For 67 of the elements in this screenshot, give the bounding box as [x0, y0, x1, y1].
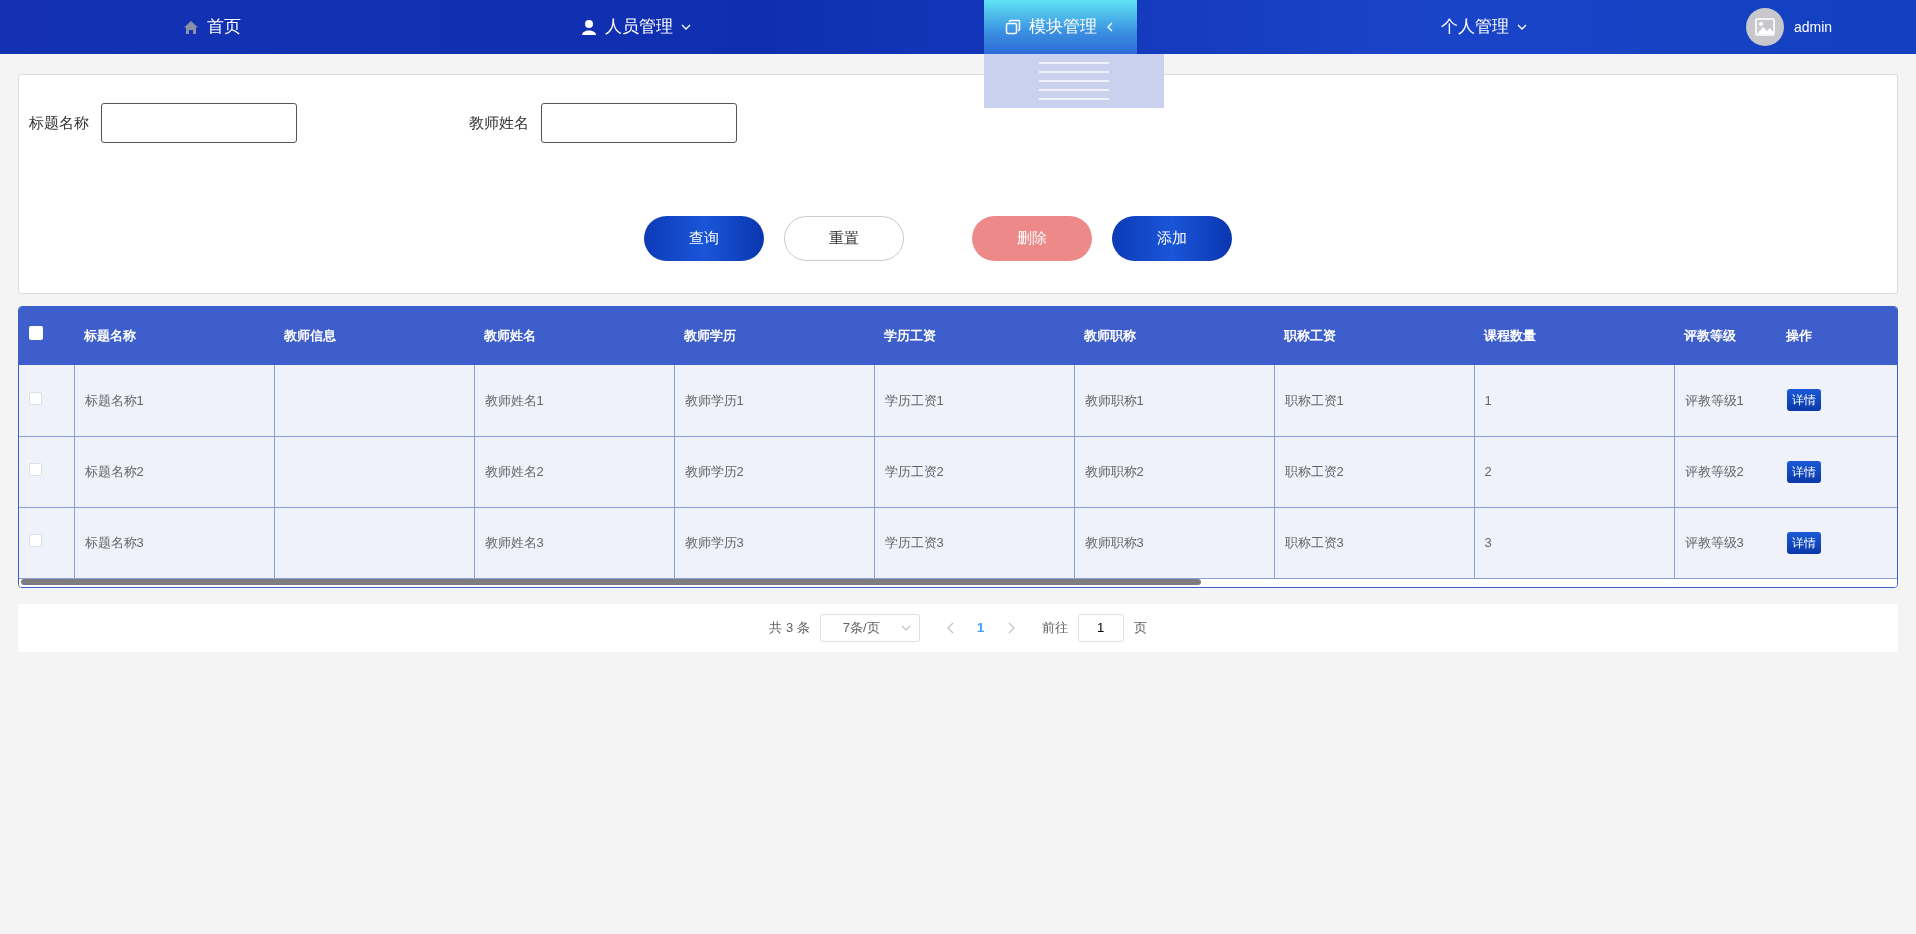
column-header: 评教等级 [1684, 328, 1736, 344]
table-cell: 评教等级3 [1684, 534, 1744, 550]
goto-label: 前往 [1041, 618, 1068, 637]
column-header: 教师学历 [684, 328, 736, 344]
action-button[interactable]: 添加 [1112, 216, 1232, 261]
column-header: 操作 [1786, 328, 1812, 344]
page-size-select[interactable]: 7条/页 [819, 613, 920, 642]
chevron-down-icon [681, 22, 691, 32]
column-header: 标题名称 [84, 328, 136, 344]
table-cell: 标题名称1 [84, 392, 144, 408]
chevron-left-icon [1105, 22, 1115, 32]
nav-menu-item[interactable]: 个人管理 [1272, 0, 1696, 54]
total-count: 共 3 条 [769, 618, 810, 637]
home-icon [183, 19, 199, 35]
table-cell: 学历工资2 [884, 463, 944, 479]
details-button[interactable]: 详情 [1786, 531, 1821, 554]
column-header: 教师姓名 [484, 328, 536, 344]
table-cell: 评教等级1 [1684, 392, 1744, 408]
field-label: 标题名称 [29, 112, 89, 133]
column-header: 课程数量 [1484, 328, 1536, 344]
chevron-down-icon [1517, 22, 1527, 32]
details-button[interactable]: 详情 [1786, 389, 1821, 412]
row-checkbox[interactable] [29, 391, 42, 405]
table-cell: 标题名称3 [84, 534, 144, 550]
row-checkbox[interactable] [29, 533, 42, 547]
table-cell: 职称工资3 [1284, 534, 1344, 550]
table-cell: 教师姓名3 [484, 534, 544, 550]
chevron-left-icon [945, 622, 956, 635]
table-cell: 1 [1484, 392, 1492, 408]
field-label: 教师姓名 [469, 112, 529, 133]
table-cell: 学历工资3 [884, 534, 944, 550]
table-cell: 教师职称1 [1084, 392, 1144, 408]
nav-menu-item[interactable]: 人员管理 [424, 0, 848, 54]
table-cell: 职称工资1 [1284, 392, 1344, 408]
table-cell: 评教等级2 [1684, 463, 1744, 479]
column-header: 教师信息 [284, 328, 336, 344]
table-cell: 教师职称2 [1084, 463, 1144, 479]
user-name[interactable]: admin [1794, 16, 1833, 38]
copy-icon [1005, 19, 1021, 35]
text-field[interactable] [541, 103, 737, 143]
table-cell: 教师学历3 [684, 534, 744, 550]
table-cell: 3 [1484, 534, 1492, 550]
table-cell: 2 [1484, 463, 1492, 479]
table-cell: 教师姓名2 [484, 463, 544, 479]
person-icon [581, 19, 597, 35]
table-cell: 职称工资2 [1284, 463, 1344, 479]
select-all-checkbox[interactable] [29, 326, 43, 341]
table-cell: 标题名称2 [84, 463, 144, 479]
page-suffix: 页 [1133, 618, 1147, 637]
column-header: 学历工资 [884, 328, 936, 344]
page-input[interactable]: 1 [1077, 613, 1124, 642]
text-field[interactable] [101, 103, 297, 143]
details-button[interactable]: 详情 [1786, 460, 1821, 483]
nav-menu-item[interactable]: 首页 [0, 0, 424, 54]
column-header: 教师职称 [1084, 328, 1136, 344]
table-cell: 学历工资1 [884, 392, 944, 408]
table-cell: 教师职称3 [1084, 534, 1144, 550]
scrollbar-thumb[interactable] [21, 578, 1201, 585]
action-button[interactable]: 查询 [644, 216, 764, 261]
column-header: 职称工资 [1284, 328, 1336, 344]
table-cell: 教师姓名1 [484, 392, 544, 408]
reset-button[interactable]: 重置 [784, 216, 904, 261]
avatar[interactable] [1746, 8, 1784, 46]
table-cell: 教师学历2 [684, 463, 744, 479]
table-cell: 教师学历1 [684, 392, 744, 408]
image-icon [1755, 18, 1775, 36]
row-checkbox[interactable] [29, 462, 42, 476]
